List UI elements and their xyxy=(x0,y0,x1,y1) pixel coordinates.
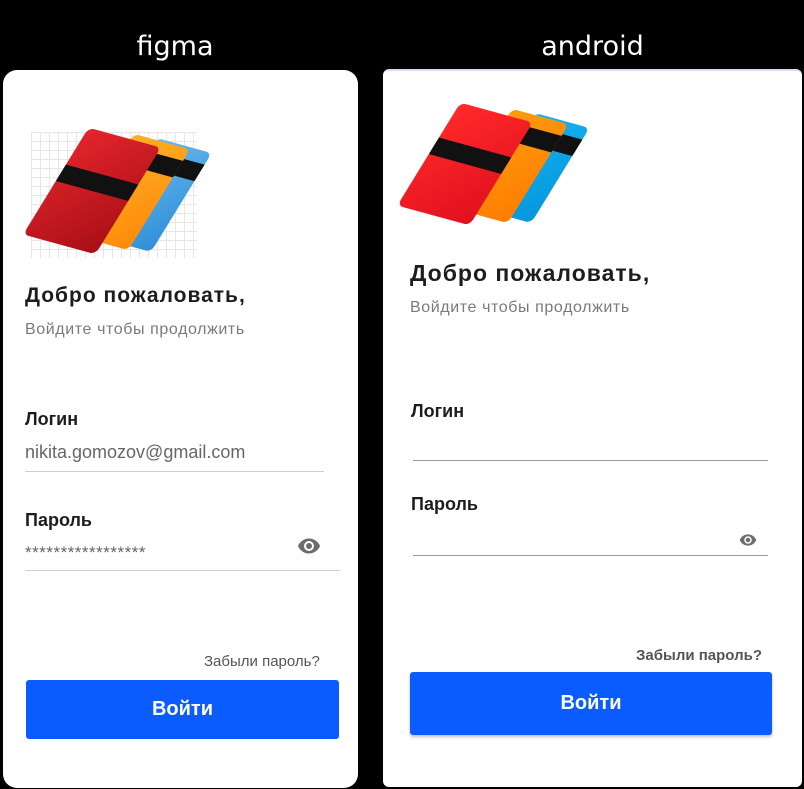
login-label: Логин xyxy=(25,409,79,429)
forgot-password-link[interactable]: Забыли пароль? xyxy=(636,647,762,664)
android-login-screen: Добро пожаловать, Войдите чтобы продолжи… xyxy=(383,69,802,787)
password-label: Пароль xyxy=(411,494,478,514)
login-underline xyxy=(413,460,768,461)
password-field[interactable]: ***************** xyxy=(25,543,146,563)
welcome-subtitle: Войдите чтобы продолжить xyxy=(25,321,245,338)
forgot-password-link[interactable]: Забыли пароль? xyxy=(204,653,320,670)
welcome-title: Добро пожаловать, xyxy=(410,260,651,286)
figma-column-title: figma xyxy=(136,31,214,62)
eye-icon[interactable] xyxy=(293,534,325,558)
welcome-title: Добро пожаловать, xyxy=(25,284,246,307)
login-button[interactable]: Войти xyxy=(26,680,339,739)
login-field[interactable]: nikita.gomozov@gmail.com xyxy=(25,442,245,463)
android-column-title: android xyxy=(541,31,644,62)
eye-icon[interactable] xyxy=(736,531,760,549)
welcome-subtitle: Войдите чтобы продолжить xyxy=(410,299,630,316)
figma-login-screen: Добро пожаловать, Войдите чтобы продолжи… xyxy=(3,70,358,788)
login-button[interactable]: Войти xyxy=(410,672,772,735)
login-underline xyxy=(25,471,324,472)
password-label: Пароль xyxy=(25,510,92,530)
credit-cards-logo xyxy=(23,127,212,262)
credit-cards-logo xyxy=(397,95,590,245)
password-underline xyxy=(413,555,768,556)
login-label: Логин xyxy=(411,401,465,421)
password-underline xyxy=(25,570,340,571)
